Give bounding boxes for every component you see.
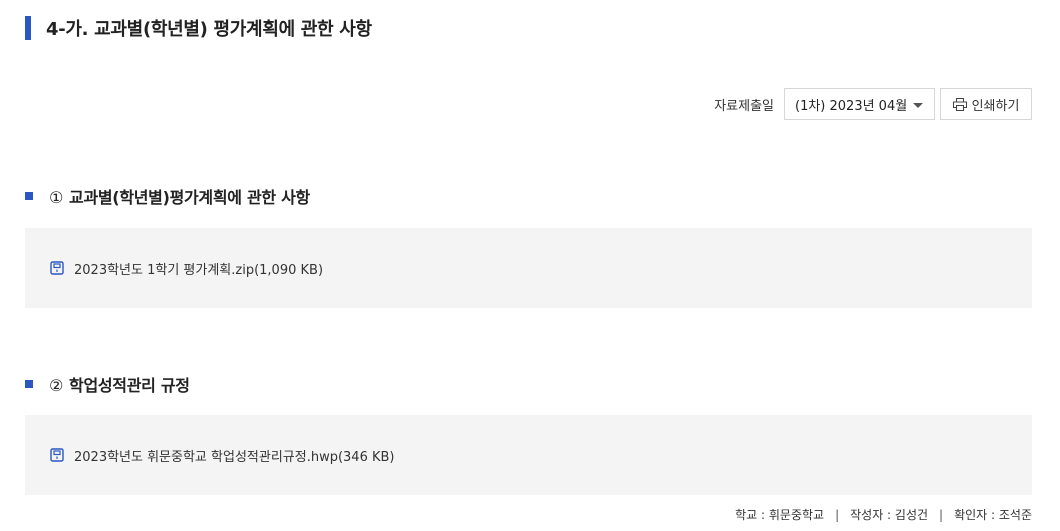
section-bullet bbox=[25, 380, 33, 388]
file-download-link[interactable]: 2023학년도 1학기 평가계획.zip(1,090 KB) bbox=[74, 259, 323, 278]
printer-icon bbox=[952, 97, 967, 111]
file-download-link[interactable]: 2023학년도 휘문중학교 학업성적관리규정.hwp(346 KB) bbox=[74, 446, 395, 465]
section-number: ② bbox=[49, 376, 64, 395]
print-button[interactable]: 인쇄하기 bbox=[940, 88, 1032, 120]
submit-date-select[interactable]: (1차) 2023년 04월 bbox=[784, 88, 935, 120]
file-box-2: 2023학년도 휘문중학교 학업성적관리규정.hwp(346 KB) bbox=[25, 415, 1032, 495]
chevron-down-icon bbox=[913, 103, 923, 108]
footer-divider: | bbox=[835, 507, 840, 522]
file-icon bbox=[50, 448, 64, 462]
title-accent-bar bbox=[25, 16, 31, 40]
section-title: ① 교과별(학년별)평가계획에 관한 사항 bbox=[49, 184, 310, 208]
print-button-label: 인쇄하기 bbox=[971, 98, 1020, 114]
section-bullet bbox=[25, 192, 33, 200]
toolbar: 자료제출일 (1차) 2023년 04월 인쇄하기 bbox=[714, 88, 1032, 120]
page-title: 4-가. 교과별(학년별) 평가계획에 관한 사항 bbox=[25, 14, 372, 42]
page-title-text: 4-가. 교과별(학년별) 평가계획에 관한 사항 bbox=[46, 19, 372, 40]
footer-author: 작성자 : 김성건 bbox=[850, 508, 929, 522]
section-title-text: 학업성적관리 규정 bbox=[69, 376, 190, 395]
footer-school: 학교 : 휘문중학교 bbox=[735, 508, 825, 522]
footer-confirmer: 확인자 : 조석준 bbox=[954, 508, 1032, 522]
section-heading-1: ① 교과별(학년별)평가계획에 관한 사항 bbox=[25, 184, 310, 208]
section-number: ① bbox=[49, 188, 64, 207]
submit-date-value: (1차) 2023년 04월 bbox=[795, 98, 908, 114]
footer-info: 학교 : 휘문중학교 | 작성자 : 김성건 | 확인자 : 조석준 bbox=[735, 506, 1032, 523]
footer-divider: | bbox=[939, 507, 944, 522]
file-box-1: 2023학년도 1학기 평가계획.zip(1,090 KB) bbox=[25, 228, 1032, 308]
section-title-text: 교과별(학년별)평가계획에 관한 사항 bbox=[69, 188, 310, 207]
section-heading-2: ② 학업성적관리 규정 bbox=[25, 372, 190, 396]
section-title: ② 학업성적관리 규정 bbox=[49, 372, 190, 396]
file-icon bbox=[50, 261, 64, 275]
submit-date-label: 자료제출일 bbox=[714, 98, 774, 114]
